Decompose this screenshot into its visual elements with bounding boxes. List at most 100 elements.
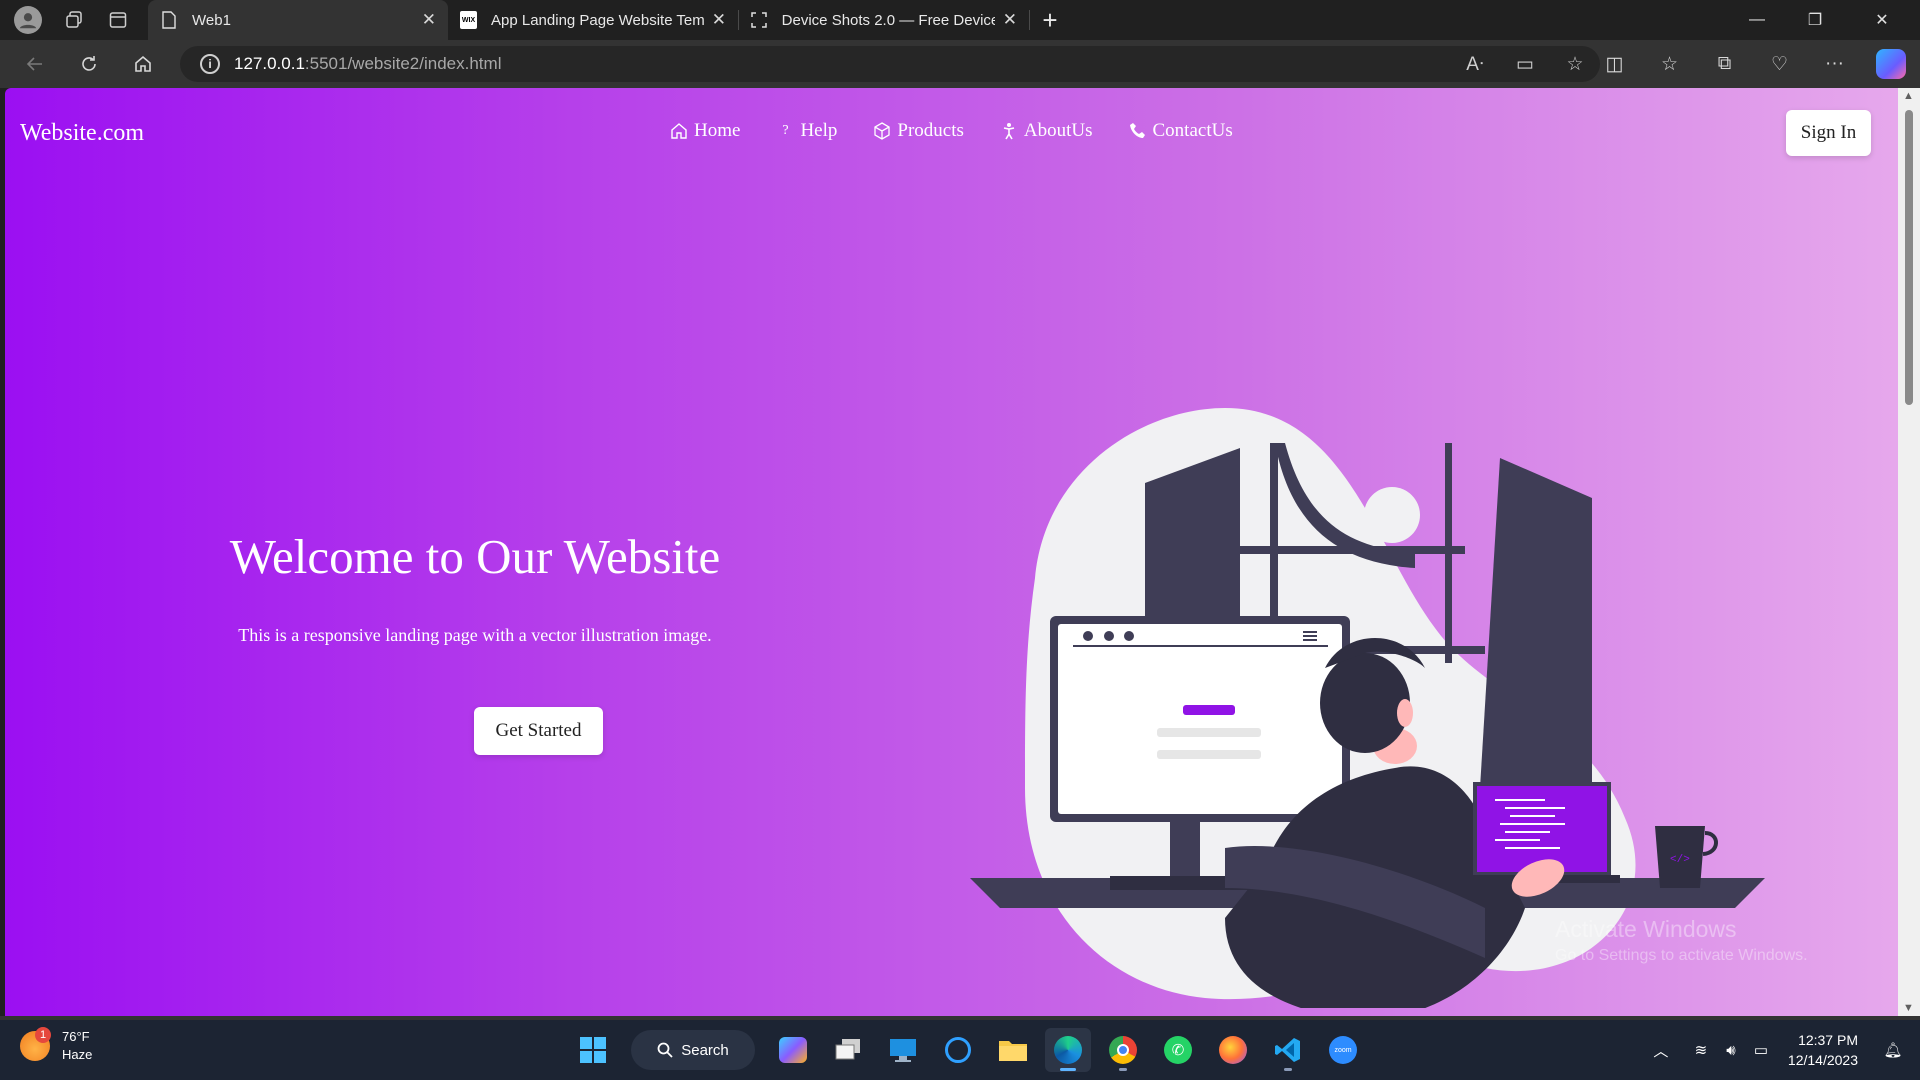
new-tab-button[interactable]: +: [1030, 0, 1070, 40]
collections-icon[interactable]: ⧉: [1697, 53, 1752, 75]
copilot-icon[interactable]: [1876, 49, 1906, 79]
zoom-button[interactable]: zoom: [1320, 1028, 1366, 1072]
zoom-icon: zoom: [1329, 1036, 1357, 1064]
split-screen-icon[interactable]: ◫: [1587, 53, 1642, 76]
notification-badge: 1: [35, 1027, 51, 1043]
running-indicator: [1284, 1068, 1292, 1071]
task-view-button[interactable]: [825, 1028, 871, 1072]
page-scrollbar[interactable]: ▲ ▼: [1898, 88, 1920, 1016]
weather-temp: 76°F: [62, 1029, 90, 1044]
battery-icon[interactable]: ▭: [1746, 1041, 1776, 1059]
tab-device-shots[interactable]: Device Shots 2.0 — Free Device M ✕: [739, 0, 1029, 40]
refresh-icon: [82, 56, 96, 71]
monitor-screen: [1058, 624, 1342, 814]
copilot-taskbar-button[interactable]: [770, 1028, 816, 1072]
site-info-icon[interactable]: i: [200, 54, 220, 74]
firefox-icon: [1219, 1036, 1247, 1064]
nav-aboutus[interactable]: AboutUs: [1000, 120, 1093, 142]
home-icon: [135, 55, 151, 72]
window-crossbar: [1205, 546, 1465, 554]
workspaces-button[interactable]: [54, 0, 94, 40]
desktop-app-button[interactable]: [880, 1028, 926, 1072]
profile-avatar-icon: [14, 6, 42, 34]
volume-icon[interactable]: 🔊︎: [1716, 1042, 1746, 1059]
file-explorer-button[interactable]: [990, 1028, 1036, 1072]
taskbar-apps: Search ✆ zoom: [570, 1028, 1366, 1072]
whatsapp-icon: ✆: [1164, 1036, 1192, 1064]
favorites-icon[interactable]: ☆: [1642, 53, 1697, 76]
tab-web1[interactable]: Web1 ✕: [148, 0, 448, 40]
tab-strip: Web1 ✕ WIX App Landing Page Website Temp…: [0, 0, 1920, 40]
close-window-button[interactable]: ✕: [1844, 0, 1920, 40]
search-label: Search: [681, 1041, 729, 1059]
monitor-stand: [1170, 818, 1200, 883]
vertical-tabs-button[interactable]: [98, 0, 138, 40]
url-path: :5501/website2/index.html: [304, 54, 502, 73]
svg-text:</>: </>: [1670, 854, 1690, 866]
window-controls: — ❐ ✕: [1728, 0, 1920, 40]
site-brand[interactable]: Website.com: [20, 120, 144, 147]
read-aloud-icon[interactable]: Aᐧ: [1450, 53, 1500, 76]
active-indicator: [1060, 1068, 1076, 1071]
clock-date: 12/14/2023: [1787, 1052, 1858, 1068]
get-started-button[interactable]: Get Started: [474, 707, 603, 755]
folder-icon: [999, 1041, 1027, 1061]
chevron-up-icon[interactable]: ︿: [1646, 1040, 1676, 1061]
search-icon: [657, 1042, 673, 1058]
clock-time: 12:37 PM: [1798, 1032, 1858, 1048]
start-button[interactable]: [570, 1028, 616, 1072]
notification-bell-icon[interactable]: 🔔︎: [1878, 1041, 1908, 1059]
home-icon: [671, 123, 687, 139]
person-head: [1320, 653, 1410, 753]
weather-sun-icon: 1: [20, 1027, 51, 1061]
immersive-reader-icon[interactable]: ▭: [1500, 53, 1550, 76]
windows-logo-icon: [580, 1037, 606, 1063]
sign-in-button[interactable]: Sign In: [1786, 110, 1871, 156]
hero-title: Welcome to Our Website: [229, 529, 721, 584]
taskbar-search[interactable]: Search: [631, 1030, 755, 1070]
chrome-button[interactable]: [1100, 1028, 1146, 1072]
nav-contactus[interactable]: ContactUs: [1129, 120, 1233, 142]
firefox-button[interactable]: [1210, 1028, 1256, 1072]
watermark-title: Activate Windows: [1555, 916, 1737, 942]
clock[interactable]: 12:37 PM 12/14/2023: [1788, 1030, 1858, 1070]
whatsapp-button[interactable]: ✆: [1155, 1028, 1201, 1072]
nav-home[interactable]: Home: [670, 120, 740, 142]
question-icon: ?: [782, 123, 789, 138]
wix-favicon-icon: WIX: [460, 11, 478, 29]
address-bar[interactable]: i 127.0.0.1 :5501/website2/index.html Aᐧ…: [180, 46, 1600, 82]
url-host: 127.0.0.1: [234, 54, 305, 73]
edge-taskbar-button[interactable]: [1045, 1028, 1091, 1072]
tab-close-button[interactable]: ✕: [704, 10, 726, 30]
tab-title: Web1: [192, 11, 231, 29]
cortana-ring-icon: [945, 1037, 971, 1063]
home-button[interactable]: [116, 40, 170, 88]
nav-products[interactable]: Products: [873, 120, 964, 142]
scroll-down-arrow-icon[interactable]: ▼: [1903, 1002, 1914, 1014]
address-bar-actions: Aᐧ ▭ ☆: [1450, 46, 1600, 82]
back-button[interactable]: [8, 40, 62, 88]
profile-button[interactable]: [8, 0, 48, 40]
hero-subtitle: This is a responsive landing page with a…: [238, 625, 712, 645]
tab-title: Device Shots 2.0 — Free Device M: [781, 11, 995, 29]
minimize-button[interactable]: —: [1728, 0, 1786, 40]
weather-widget[interactable]: 1 76°F Haze: [20, 1027, 92, 1064]
refresh-button[interactable]: [62, 40, 116, 88]
tab-app-landing[interactable]: WIX App Landing Page Website Temp ✕: [448, 0, 738, 40]
tab-title: App Landing Page Website Temp: [491, 11, 704, 29]
scroll-up-arrow-icon[interactable]: ▲: [1903, 90, 1914, 102]
browser-essentials-icon[interactable]: ♡: [1752, 53, 1807, 76]
more-menu-icon[interactable]: ···: [1807, 53, 1862, 75]
scrollbar-thumb[interactable]: [1905, 110, 1913, 405]
running-indicator: [1119, 1068, 1127, 1071]
wifi-icon[interactable]: ≋: [1686, 1041, 1716, 1059]
nav-help[interactable]: ? Help: [776, 120, 837, 142]
tab-close-button[interactable]: ✕: [414, 10, 436, 30]
cortana-button[interactable]: [935, 1028, 981, 1072]
vscode-button[interactable]: [1265, 1028, 1311, 1072]
restore-button[interactable]: ❐: [1786, 0, 1844, 40]
edge-icon: [1054, 1036, 1082, 1064]
tab-close-button[interactable]: ✕: [995, 10, 1017, 30]
copilot-pre-icon: [779, 1037, 807, 1063]
moon-circle: [1364, 487, 1420, 543]
